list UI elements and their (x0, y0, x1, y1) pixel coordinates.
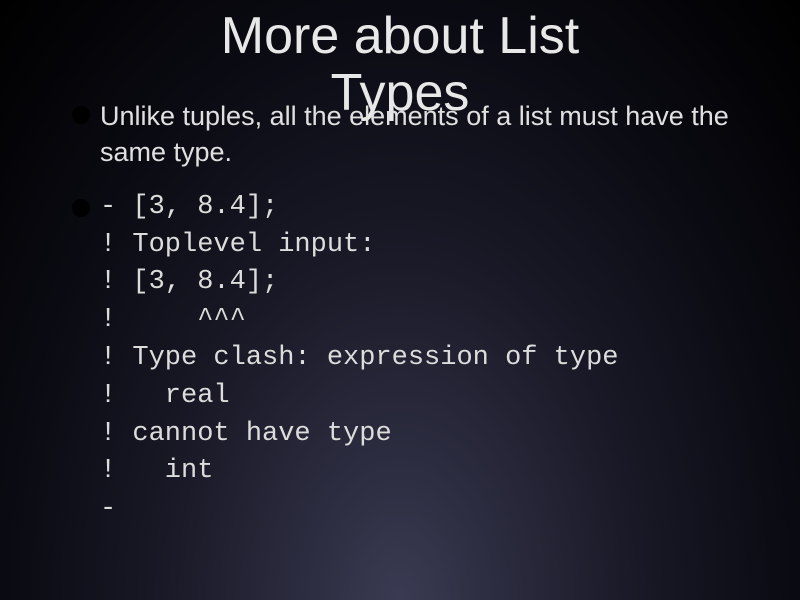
bullet-item: Unlike tuples, all the elements of a lis… (72, 98, 780, 171)
slide: More about List Types Unlike tuples, all… (0, 0, 800, 600)
bullet-item-code: - [3, 8.4]; ! Toplevel input: ! [3, 8.4]… (72, 189, 780, 529)
bullet-text: Unlike tuples, all the elements of a lis… (100, 98, 780, 171)
slide-content: Unlike tuples, all the elements of a lis… (72, 98, 780, 529)
bullet-icon (72, 106, 90, 124)
bullet-icon (72, 199, 90, 217)
code-block: - [3, 8.4]; ! Toplevel input: ! [3, 8.4]… (100, 189, 618, 529)
